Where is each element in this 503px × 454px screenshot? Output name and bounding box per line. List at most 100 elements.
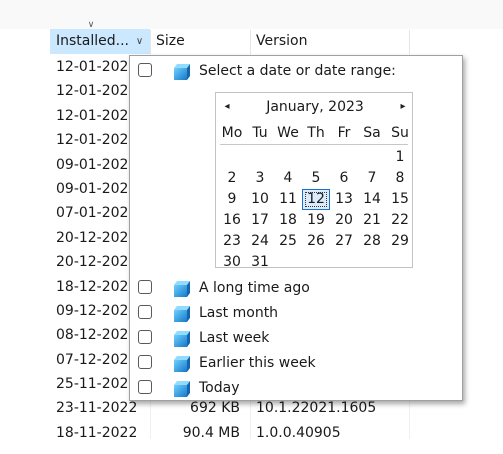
calendar-day[interactable]: 20 — [330, 210, 358, 231]
installed-date-cell: 18-12-2022 — [56, 278, 136, 295]
header-divider[interactable] — [150, 30, 151, 54]
filter-option-label: Earlier this week — [199, 355, 316, 371]
calendar-day[interactable]: 15 — [386, 189, 414, 210]
checkbox-icon[interactable] — [138, 330, 152, 344]
table-row[interactable]: 07-01-2023 — [56, 201, 136, 225]
calendar-day-selected[interactable]: 12 — [302, 189, 330, 210]
sort-indicator-icon: ∨ — [87, 20, 95, 30]
chevron-down-icon: ∨ — [135, 36, 144, 47]
installed-date-cell: 23-11-2022 — [56, 400, 136, 417]
calendar-day[interactable]: 31 — [246, 252, 274, 273]
filter-option-label: Last month — [199, 305, 279, 321]
calendar-day[interactable]: 27 — [330, 231, 358, 252]
calendar-week-row: 2345678 — [218, 168, 414, 189]
calendar-day[interactable]: 4 — [274, 168, 302, 189]
calendar-day[interactable]: 25 — [274, 231, 302, 252]
weekday-row: Mo Tu We Th Fr Sa Su — [218, 123, 414, 144]
installed-date-cell: 12-01-2023 — [56, 59, 136, 75]
installed-date-cell: 20-12-2022 — [56, 229, 136, 246]
calendar-day[interactable]: 10 — [246, 189, 274, 210]
calendar-day[interactable]: 24 — [246, 231, 274, 252]
app-list: 12-01-2023 12-01-2023 12-01-2023 12-01-2023… — [56, 55, 376, 445]
installed-date-cell: 08-12-2022 — [56, 327, 136, 344]
calendar-day[interactable]: 2 — [218, 168, 246, 189]
calendar-day[interactable]: 11 — [274, 189, 302, 210]
weekday-label: Mo — [221, 125, 243, 141]
calendar-day[interactable]: 17 — [246, 210, 274, 231]
header-divider[interactable] — [409, 30, 410, 54]
checkbox-icon[interactable] — [138, 280, 152, 294]
calendar-week-row: 30 31 — [218, 252, 414, 273]
column-header-installed[interactable]: Installed... — [50, 29, 129, 54]
installed-date-cell: 12-01-2023 — [56, 132, 136, 149]
column-header-size[interactable]: Size — [156, 29, 246, 54]
installed-date-cell: 09-12-2022 — [56, 302, 136, 319]
table-row[interactable]: 20-12-2022 — [56, 226, 136, 250]
table-row[interactable]: 09-01-2023 — [56, 177, 136, 201]
calendar-day[interactable]: 9 — [218, 189, 246, 210]
table-row[interactable]: 08-12-2022 — [56, 323, 136, 347]
blue-cube-icon — [174, 62, 190, 80]
installed-date-cell: 09-01-2023 — [56, 156, 136, 173]
calendar-day[interactable]: 8 — [386, 168, 414, 189]
blue-cube-icon — [174, 279, 190, 297]
table-row[interactable]: 12-01-2023 — [56, 55, 136, 79]
table-row[interactable]: 09-01-2023 — [56, 153, 136, 177]
checkbox-icon[interactable] — [138, 380, 152, 394]
table-row[interactable]: 12-01-2023 — [56, 79, 136, 103]
checkbox-icon[interactable] — [138, 355, 152, 369]
calendar-day[interactable]: 5 — [302, 168, 330, 189]
calendar-day[interactable]: 6 — [330, 168, 358, 189]
column-header-installed-label: Installed... — [56, 33, 129, 49]
installed-date-cell: 25-11-2022 — [56, 376, 136, 393]
calendar-day[interactable]: 30 — [218, 252, 246, 273]
calendar-day[interactable]: 16 — [218, 210, 246, 231]
calendar-day[interactable]: 13 — [330, 189, 358, 210]
calendar: ◂ January, 2023 ▸ Mo Tu We Th Fr Sa Su 1 2 3 4 5 6 7 8… — [215, 92, 414, 270]
calendar-day[interactable]: 18 — [274, 210, 302, 231]
version-cell: 1.0.0.40905 — [256, 424, 341, 441]
date-filter-popup: Select a date or date range: ◂ January, … — [129, 55, 463, 401]
next-month-button[interactable]: ▸ — [396, 101, 410, 112]
filter-dropdown-button[interactable]: ∨ — [129, 29, 150, 54]
filter-option-label: Select a date or date range: — [199, 63, 396, 79]
weekday-label: Sa — [363, 125, 381, 141]
calendar-day[interactable]: 19 — [302, 210, 330, 231]
calendar-day[interactable]: 26 — [302, 231, 330, 252]
table-row[interactable]: 20-12-2022 — [56, 250, 136, 274]
calendar-day[interactable]: 14 — [358, 189, 386, 210]
table-row[interactable]: 12-01-2023 — [56, 128, 136, 152]
calendar-day[interactable]: 3 — [246, 168, 274, 189]
calendar-grid: Mo Tu We Th Fr Sa Su 1 2 3 4 5 6 7 8 9 10 11 12 13 14 15 16 17 1… — [218, 123, 414, 273]
calendar-week-row: 9 10 11 12 13 14 15 — [218, 189, 414, 210]
weekday-label: Fr — [337, 125, 351, 141]
installed-date-cell: 12-01-2023 — [56, 83, 136, 100]
table-row[interactable]: 07-12-2022 — [56, 348, 136, 372]
calendar-day[interactable]: 28 — [358, 231, 386, 252]
checkbox-icon[interactable] — [138, 305, 152, 319]
column-header-version[interactable]: Version — [256, 29, 406, 54]
calendar-day[interactable]: 22 — [386, 210, 414, 231]
installed-date-cell: 18-11-2022 — [56, 424, 136, 441]
calendar-day[interactable]: 1 — [386, 147, 414, 168]
calendar-day[interactable]: 23 — [218, 231, 246, 252]
calendar-week-row: 23 24 25 26 27 28 29 — [218, 231, 414, 252]
table-row[interactable]: 18-12-2022 — [56, 275, 136, 299]
installed-date-cell: 20-12-2022 — [56, 254, 136, 271]
table-row[interactable]: 09-12-2022 — [56, 299, 136, 323]
header-divider[interactable] — [250, 30, 251, 54]
weekday-divider — [220, 144, 408, 145]
filter-option-label: Today — [199, 380, 240, 396]
calendar-day[interactable]: 21 — [358, 210, 386, 231]
table-row[interactable]: 18-11-2022 90.4 MB 1.0.0.40905 — [56, 421, 341, 445]
table-row[interactable]: 12-01-2023 — [56, 104, 136, 128]
calendar-month-title[interactable]: January, 2023 — [216, 99, 414, 115]
checkbox-icon[interactable] — [138, 63, 152, 77]
calendar-day[interactable]: 29 — [386, 231, 414, 252]
calendar-day[interactable]: 7 — [358, 168, 386, 189]
table-row[interactable]: 23-11-2022 692 KB 10.1.22021.1605 — [56, 396, 376, 420]
table-row[interactable]: 25-11-2022 — [56, 372, 136, 396]
installed-date-cell: 07-12-2022 — [56, 351, 136, 368]
calendar-week-row: 1 — [218, 147, 414, 168]
installed-date-cell: 09-01-2023 — [56, 180, 136, 197]
